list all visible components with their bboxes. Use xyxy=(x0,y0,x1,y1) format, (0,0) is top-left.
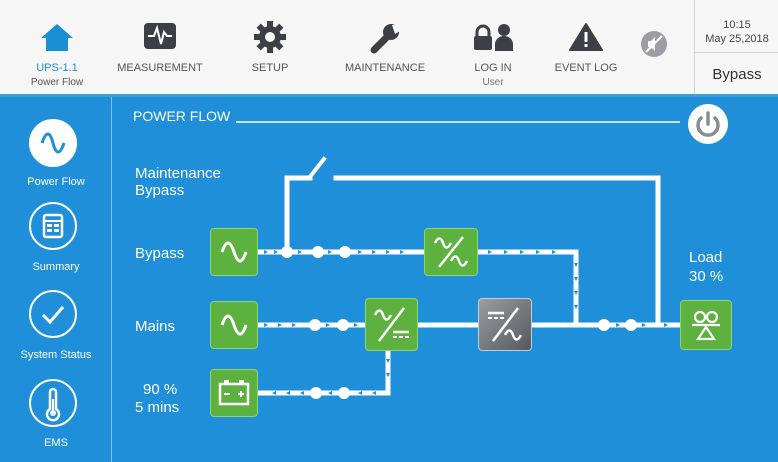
static-bypass-module[interactable] xyxy=(424,228,478,276)
nav-power-flow-home[interactable]: UPS-1.1 Power Flow xyxy=(19,0,95,94)
thermometer-icon xyxy=(29,379,77,427)
bypass-source-module[interactable] xyxy=(210,228,258,276)
ac-dc-rectifier-icon xyxy=(373,307,409,342)
wrench-icon xyxy=(368,22,402,57)
sidebar: Power Flow Summary System Status EMS xyxy=(0,97,112,462)
top-navigation-bar: UPS-1.1 Power Flow MEASUREMENT SETUP MAI… xyxy=(0,0,778,97)
rectifier-module[interactable] xyxy=(365,298,418,351)
nav-label: EVENT LOG xyxy=(554,62,618,74)
nav-label: MEASUREMENT xyxy=(117,62,203,74)
maintenance-bypass-line xyxy=(284,175,313,255)
load-percent: 30 % xyxy=(689,268,724,285)
nav-label: SETUP xyxy=(251,62,289,74)
nav-log-in[interactable]: LOG IN User xyxy=(458,0,528,94)
nav-label: LOG IN xyxy=(474,62,512,74)
mains-source-module[interactable] xyxy=(210,301,258,349)
bypass-label: Bypass xyxy=(135,245,185,262)
sidebar-item-label: System Status xyxy=(20,349,92,361)
sidebar-item-label: Power Flow xyxy=(27,176,85,188)
nav-setup[interactable]: SETUP xyxy=(236,0,304,94)
nav-sub-label: Power Flow xyxy=(30,77,84,88)
mute-icon[interactable] xyxy=(640,30,668,63)
sidebar-item-system-status[interactable]: System Status xyxy=(0,281,112,373)
sidebar-item-ems[interactable]: EMS xyxy=(0,373,112,462)
sine-wave-icon xyxy=(29,119,77,167)
warning-icon xyxy=(569,22,603,55)
load-module[interactable] xyxy=(680,300,732,350)
nav-event-log[interactable]: EVENT LOG xyxy=(541,0,631,94)
sidebar-item-label: Summary xyxy=(32,261,80,273)
sine-wave-icon xyxy=(220,241,248,263)
maintenance-bypass-switch xyxy=(306,156,327,181)
checkmark-icon xyxy=(29,290,77,338)
battery-icon xyxy=(218,380,250,406)
load-icon xyxy=(692,310,720,341)
battery-module[interactable] xyxy=(210,369,258,417)
divider xyxy=(695,52,778,53)
login-icon xyxy=(473,22,513,55)
waveform-icon xyxy=(143,22,177,53)
maintenance-bypass-label-line2: Bypass xyxy=(135,182,185,199)
sidebar-item-summary[interactable]: Summary xyxy=(0,189,112,281)
nav-maintenance[interactable]: MAINTENANCE xyxy=(333,0,437,94)
clock-date: May 25,2018 xyxy=(705,33,769,45)
power-icon xyxy=(696,111,720,137)
sidebar-item-label: EMS xyxy=(44,437,68,449)
inverter-module[interactable] xyxy=(478,298,532,351)
load-label: Load xyxy=(689,249,723,266)
page-title: POWER FLOW xyxy=(133,108,231,124)
dc-ac-inverter-icon xyxy=(488,307,523,342)
operating-mode: Bypass xyxy=(712,66,762,83)
sidebar-item-power-flow[interactable]: Power Flow xyxy=(0,97,112,189)
nav-label: MAINTENANCE xyxy=(344,62,426,74)
status-clock-panel: 10:15 May 25,2018 Bypass xyxy=(694,0,778,94)
ac-ac-converter-icon xyxy=(433,236,469,268)
battery-level: 90 % xyxy=(143,381,178,398)
mains-label: Mains xyxy=(135,318,176,335)
power-flow-panel: POWER FLOW Maintenance Bypass Bypass Mai… xyxy=(112,97,778,462)
summary-icon xyxy=(29,202,77,250)
gear-icon xyxy=(253,20,287,57)
clock-time: 10:15 xyxy=(723,19,751,31)
home-icon xyxy=(40,22,74,55)
nav-measurement[interactable]: MEASUREMENT xyxy=(110,0,210,94)
sine-wave-icon xyxy=(220,314,248,336)
power-button[interactable] xyxy=(688,104,728,144)
battery-runtime: 5 mins xyxy=(135,399,180,416)
maintenance-bypass-label: Maintenance xyxy=(135,165,221,182)
nav-label: UPS-1.1 xyxy=(36,62,78,74)
battery-line xyxy=(255,348,391,396)
nav-sub-label: User xyxy=(482,77,504,88)
